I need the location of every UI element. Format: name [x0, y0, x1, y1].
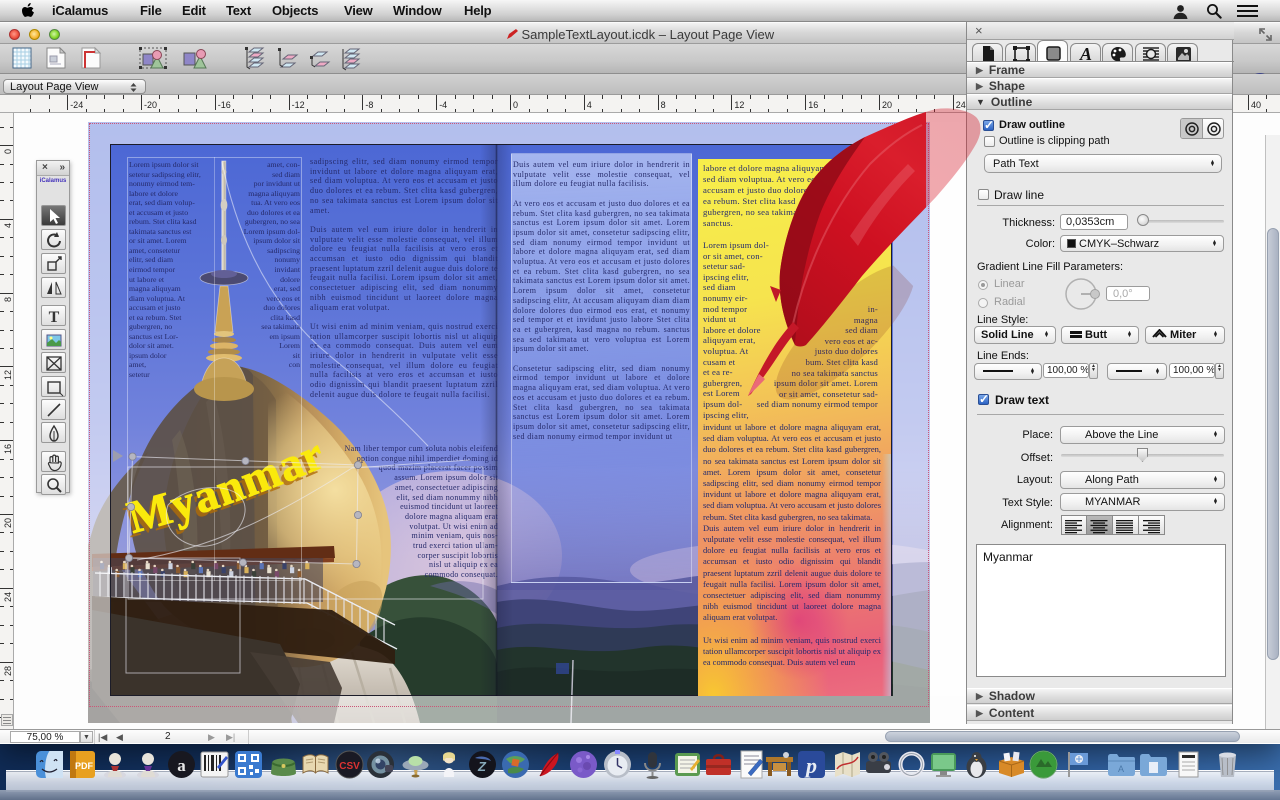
- svg-text:p: p: [804, 753, 817, 778]
- svg-text:Z: Z: [477, 759, 487, 774]
- svg-text:PDF: PDF: [75, 761, 94, 771]
- svg-text:T: T: [49, 309, 60, 326]
- svg-text:CSV: CSV: [339, 761, 360, 772]
- svg-text:A: A: [1117, 764, 1123, 774]
- svg-text:a: a: [177, 756, 186, 775]
